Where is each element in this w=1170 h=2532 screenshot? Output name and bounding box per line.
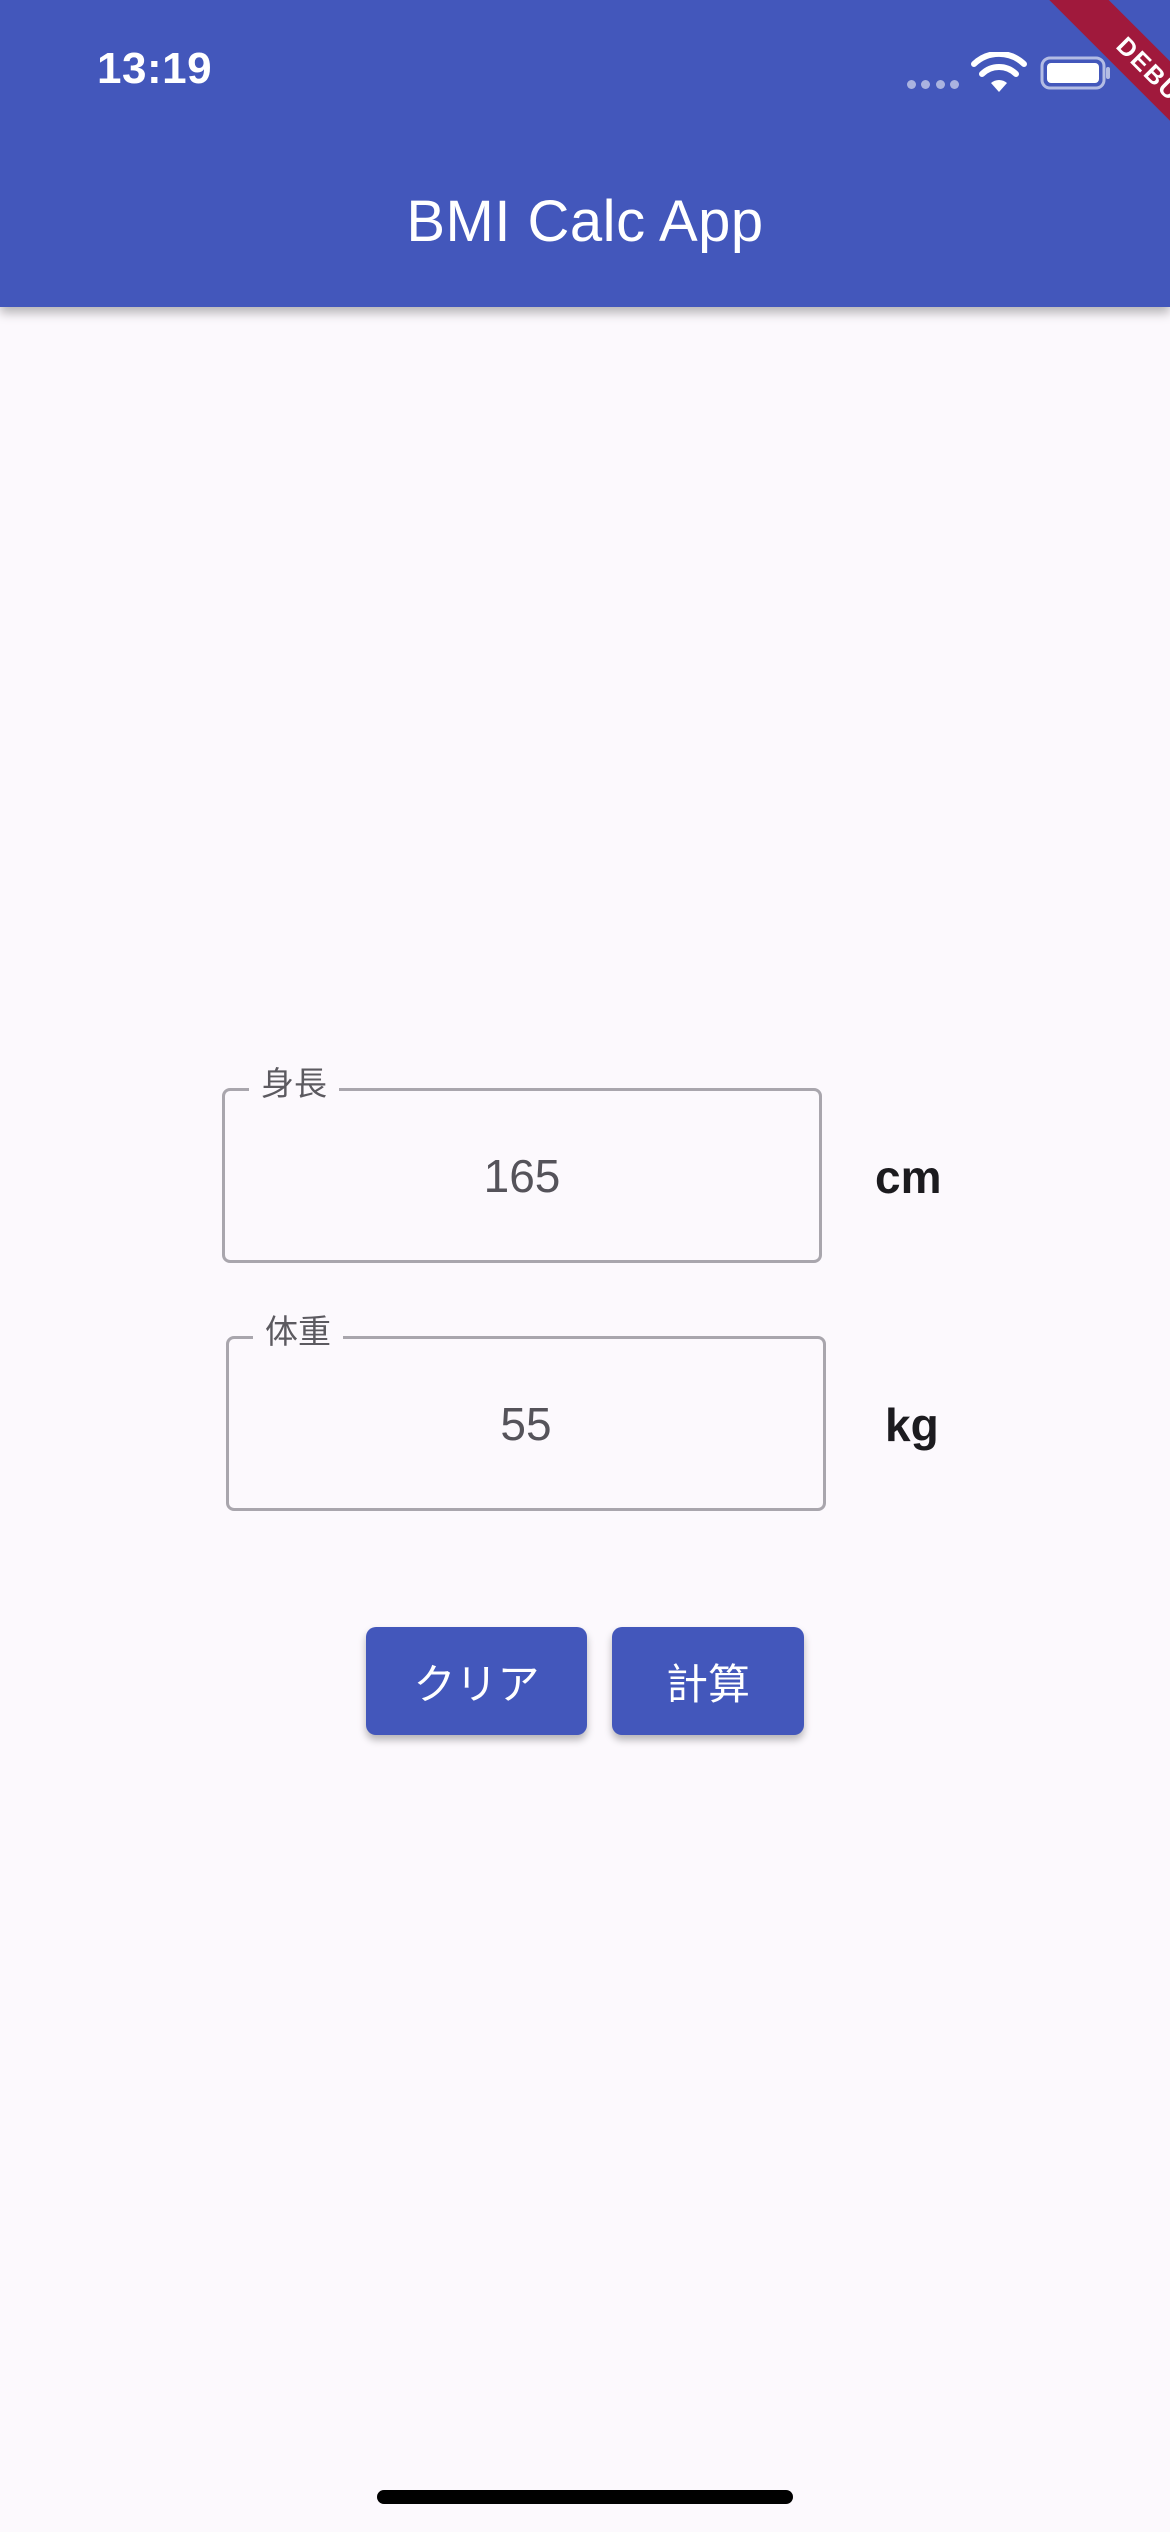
weight-field[interactable]: 体重 55 bbox=[226, 1312, 826, 1511]
height-field-label: 身長 bbox=[249, 1064, 339, 1104]
height-field[interactable]: 身長 165 bbox=[222, 1064, 822, 1263]
height-unit: cm bbox=[875, 1151, 942, 1203]
clear-button[interactable]: クリア bbox=[366, 1627, 587, 1735]
cellular-signal-icon bbox=[907, 80, 959, 90]
status-time: 13:19 bbox=[97, 44, 213, 93]
weight-unit: kg bbox=[885, 1399, 939, 1451]
debug-banner: DEBUG bbox=[970, 0, 1170, 200]
home-indicator[interactable] bbox=[377, 2490, 793, 2504]
debug-label: DEBUG bbox=[1035, 0, 1170, 198]
weight-input[interactable]: 55 bbox=[229, 1397, 823, 1451]
height-input[interactable]: 165 bbox=[225, 1149, 819, 1203]
weight-field-label: 体重 bbox=[253, 1312, 343, 1352]
calculate-button[interactable]: 計算 bbox=[612, 1627, 804, 1735]
